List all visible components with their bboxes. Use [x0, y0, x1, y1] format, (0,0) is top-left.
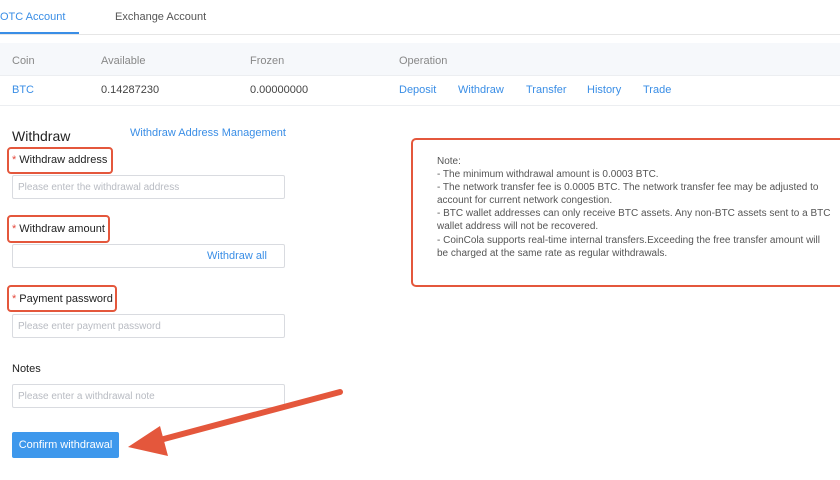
history-link[interactable]: History [587, 84, 621, 96]
coin-cell[interactable]: BTC [12, 84, 34, 96]
address-management-link[interactable]: Withdraw Address Management [130, 127, 286, 139]
withdrawal-note-box: Note: - The minimum withdrawal amount is… [411, 138, 840, 287]
withdraw-address-label-text: Withdraw address [19, 154, 108, 166]
payment-password-label: * Payment password [12, 293, 113, 305]
withdraw-link[interactable]: Withdraw [458, 84, 504, 96]
withdraw-address-input[interactable] [12, 175, 285, 199]
payment-password-input[interactable] [12, 314, 285, 338]
note-title: Note: [437, 156, 461, 167]
balance-table-header: Coin Available Frozen Operation [0, 43, 840, 76]
column-header-frozen: Frozen [250, 55, 285, 67]
tab-exchange-account[interactable]: Exchange Account [115, 11, 206, 23]
active-tab-indicator [0, 32, 79, 34]
withdraw-address-label: * Withdraw address [12, 154, 107, 166]
withdraw-amount-label: * Withdraw amount [12, 223, 105, 235]
confirm-withdrawal-button[interactable]: Confirm withdrawal [12, 432, 119, 458]
notes-input[interactable] [12, 384, 285, 408]
trade-link[interactable]: Trade [643, 84, 671, 96]
form-title: Withdraw [12, 128, 71, 144]
column-header-available: Available [101, 55, 146, 67]
withdraw-amount-label-text: Withdraw amount [19, 223, 105, 235]
column-header-operation: Operation [399, 55, 448, 67]
transfer-link[interactable]: Transfer [526, 84, 567, 96]
required-mark: * [12, 154, 17, 166]
required-mark: * [12, 293, 17, 305]
required-mark: * [12, 223, 17, 235]
available-cell: 0.14287230 [101, 84, 160, 96]
account-tabs: OTC Account Exchange Account [0, 0, 840, 35]
note-line: - CoinCola supports real-time internal t… [437, 234, 820, 246]
payment-password-label-text: Payment password [19, 293, 113, 305]
note-line: account for current network congestion. [437, 195, 613, 207]
column-header-coin: Coin [12, 55, 35, 67]
note-text: Note: - The minimum withdrawal amount is… [437, 155, 840, 260]
notes-label: Notes [12, 363, 41, 375]
note-line: - The network transfer fee is 0.0005 BTC… [437, 182, 819, 194]
note-line: - The minimum withdrawal amount is 0.000… [437, 169, 659, 181]
tab-otc-account[interactable]: OTC Account [0, 11, 79, 23]
note-line: be charged at the same rate as regular w… [437, 247, 668, 259]
withdraw-all-button[interactable]: Withdraw all [207, 250, 267, 262]
note-line: - BTC wallet addresses can only receive … [437, 208, 831, 220]
note-line: wallet address will not be recovered. [437, 221, 599, 233]
deposit-link[interactable]: Deposit [399, 84, 436, 96]
frozen-cell: 0.00000000 [250, 84, 309, 96]
table-row: BTC 0.14287230 0.00000000 Deposit Withdr… [0, 76, 840, 106]
